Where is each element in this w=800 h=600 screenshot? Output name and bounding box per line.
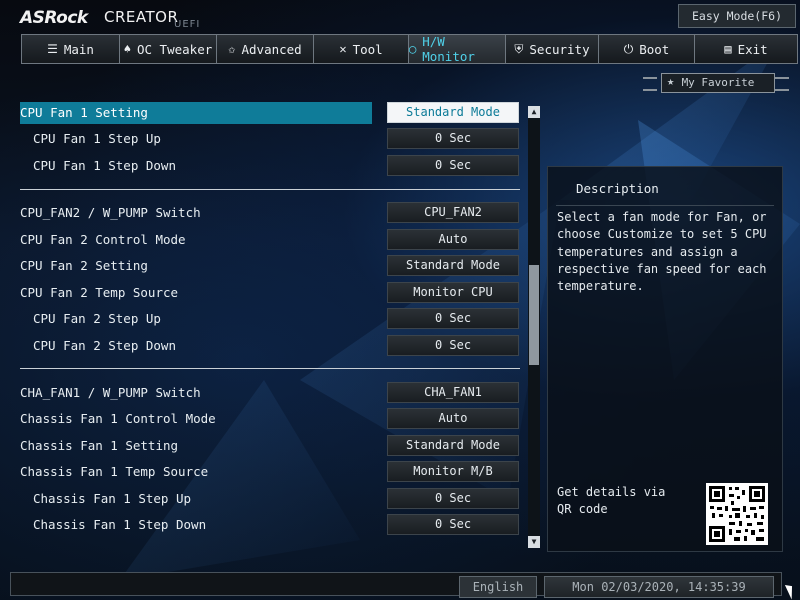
setting-value[interactable]: 0 Sec bbox=[387, 335, 519, 356]
setting-value[interactable]: Monitor CPU bbox=[387, 282, 519, 303]
tab-security[interactable]: ⛨ Security bbox=[505, 34, 598, 64]
tab-label: Tool bbox=[352, 41, 383, 57]
description-title: Description bbox=[576, 181, 659, 196]
description-panel: Description Select a fan mode for Fan, o… bbox=[547, 166, 783, 552]
setting-row[interactable]: CPU_FAN2 / W_PUMP Switch CPU_FAN2 bbox=[20, 202, 520, 224]
favorite-right-decoration bbox=[775, 77, 789, 91]
tab-hw-monitor[interactable]: ◯ H/W Monitor bbox=[408, 34, 505, 64]
setting-label: CPU_FAN2 / W_PUMP Switch bbox=[20, 205, 201, 220]
setting-value[interactable]: 0 Sec bbox=[387, 128, 519, 149]
tab-main[interactable]: ☰ Main bbox=[21, 34, 119, 64]
scrollbar-thumb[interactable] bbox=[529, 265, 539, 365]
exit-icon: ▤ bbox=[724, 42, 732, 56]
setting-label: Chassis Fan 1 Control Mode bbox=[20, 411, 216, 426]
favorite-left-decoration bbox=[643, 77, 657, 91]
setting-row[interactable]: CPU Fan 2 Step Down 0 Sec bbox=[20, 335, 520, 357]
setting-value[interactable]: Monitor M/B bbox=[387, 461, 519, 482]
model-name: CREATOR bbox=[104, 8, 179, 26]
setting-row[interactable]: CPU Fan 1 Step Down 0 Sec bbox=[20, 155, 520, 177]
setting-label: CHA_FAN1 / W_PUMP Switch bbox=[20, 385, 201, 400]
setting-value[interactable]: Standard Mode bbox=[387, 255, 519, 276]
setting-value[interactable]: 0 Sec bbox=[387, 155, 519, 176]
setting-label: Chassis Fan 1 Temp Source bbox=[20, 464, 209, 479]
description-divider bbox=[556, 205, 774, 206]
setting-value[interactable]: Auto bbox=[387, 229, 519, 250]
favorite-box: My Favorite bbox=[661, 73, 775, 93]
setting-label: CPU Fan 2 Step Down bbox=[33, 338, 176, 353]
easy-mode-button[interactable]: Easy Mode(F6) bbox=[678, 4, 796, 28]
setting-row[interactable]: Chassis Fan 1 Control Mode Auto bbox=[20, 408, 520, 430]
setting-value[interactable]: CHA_FAN1 bbox=[387, 382, 519, 403]
setting-label: CPU Fan 2 Step Up bbox=[33, 311, 161, 326]
tab-label: OC Tweaker bbox=[136, 41, 213, 57]
setting-row[interactable]: Chassis Fan 1 Step Down 0 Sec bbox=[20, 514, 520, 536]
list-icon: ☰ bbox=[47, 42, 58, 56]
tab-label: Main bbox=[63, 41, 94, 57]
setting-row[interactable]: CPU Fan 1 Setting Standard Mode bbox=[20, 102, 520, 124]
tab-oc-tweaker[interactable]: ♠ OC Tweaker bbox=[119, 34, 216, 64]
section-divider bbox=[20, 189, 520, 190]
tab-label: Boot bbox=[639, 41, 670, 57]
setting-row[interactable]: Chassis Fan 1 Setting Standard Mode bbox=[20, 435, 520, 457]
scroll-up-arrow-icon[interactable]: ▲ bbox=[528, 106, 540, 118]
main-tabs: ☰ Main ♠ OC Tweaker ✩ Advanced ✕ Tool ◯ … bbox=[21, 34, 798, 64]
setting-label: CPU Fan 2 Control Mode bbox=[20, 232, 186, 247]
setting-label: Chassis Fan 1 Step Up bbox=[33, 491, 192, 506]
tab-tool[interactable]: ✕ Tool bbox=[313, 34, 408, 64]
description-text: Select a fan mode for Fan, or choose Cus… bbox=[557, 210, 767, 294]
qr-caption: Get details via QR code bbox=[557, 485, 666, 517]
setting-label: CPU Fan 2 Setting bbox=[20, 258, 148, 273]
setting-row[interactable]: Chassis Fan 1 Temp Source Monitor M/B bbox=[20, 461, 520, 483]
setting-label: Chassis Fan 1 Setting bbox=[20, 438, 179, 453]
setting-value[interactable]: Standard Mode bbox=[387, 102, 519, 123]
setting-label: CPU Fan 1 Setting bbox=[20, 102, 372, 124]
tab-label: Security bbox=[529, 41, 590, 57]
section-divider bbox=[20, 368, 520, 369]
tab-label: H/W Monitor bbox=[422, 34, 475, 64]
power-icon: ⏻ bbox=[623, 41, 634, 56]
tab-label: Advanced bbox=[241, 41, 302, 57]
setting-value[interactable]: Auto bbox=[387, 408, 519, 429]
brand-logo: ASRock bbox=[20, 8, 88, 28]
monitor-icon: ◯ bbox=[409, 42, 417, 56]
setting-row[interactable]: CPU Fan 1 Step Up 0 Sec bbox=[20, 128, 520, 150]
rocket-icon: ♠ bbox=[123, 42, 131, 56]
setting-value[interactable]: Standard Mode bbox=[387, 435, 519, 456]
star-icon: ★ bbox=[667, 74, 675, 88]
tab-label: Exit bbox=[737, 41, 768, 57]
setting-label: CPU Fan 1 Step Down bbox=[33, 158, 176, 173]
setting-row[interactable]: CPU Fan 2 Control Mode Auto bbox=[20, 229, 520, 251]
setting-label: CPU Fan 2 Temp Source bbox=[20, 285, 179, 300]
qr-code-icon bbox=[706, 483, 768, 545]
setting-value[interactable]: 0 Sec bbox=[387, 308, 519, 329]
setting-value[interactable]: CPU_FAN2 bbox=[387, 202, 519, 223]
star-icon: ✩ bbox=[228, 42, 236, 56]
language-button[interactable]: English bbox=[459, 576, 537, 598]
datetime-display: Mon 02/03/2020, 14:35:39 bbox=[544, 576, 774, 598]
tools-icon: ✕ bbox=[339, 42, 347, 56]
setting-row[interactable]: CPU Fan 2 Temp Source Monitor CPU bbox=[20, 282, 520, 304]
favorite-label: My Favorite bbox=[681, 76, 755, 89]
setting-row[interactable]: CPU Fan 2 Step Up 0 Sec bbox=[20, 308, 520, 330]
tab-exit[interactable]: ▤ Exit bbox=[694, 34, 798, 64]
setting-value[interactable]: 0 Sec bbox=[387, 488, 519, 509]
setting-row[interactable]: CPU Fan 2 Setting Standard Mode bbox=[20, 255, 520, 277]
setting-label: CPU Fan 1 Step Up bbox=[33, 131, 161, 146]
my-favorite-button[interactable]: My Favorite ★ bbox=[643, 71, 791, 95]
tab-boot[interactable]: ⏻ Boot bbox=[598, 34, 694, 64]
setting-row[interactable]: CHA_FAN1 / W_PUMP Switch CHA_FAN1 bbox=[20, 382, 520, 404]
setting-value[interactable]: 0 Sec bbox=[387, 514, 519, 535]
setting-label: Chassis Fan 1 Step Down bbox=[33, 517, 207, 532]
tab-advanced[interactable]: ✩ Advanced bbox=[216, 34, 313, 64]
shield-icon: ⛨ bbox=[514, 41, 524, 56]
scroll-down-arrow-icon[interactable]: ▼ bbox=[528, 536, 540, 548]
setting-row[interactable]: Chassis Fan 1 Step Up 0 Sec bbox=[20, 488, 520, 510]
uefi-label: UEFI bbox=[174, 19, 201, 30]
